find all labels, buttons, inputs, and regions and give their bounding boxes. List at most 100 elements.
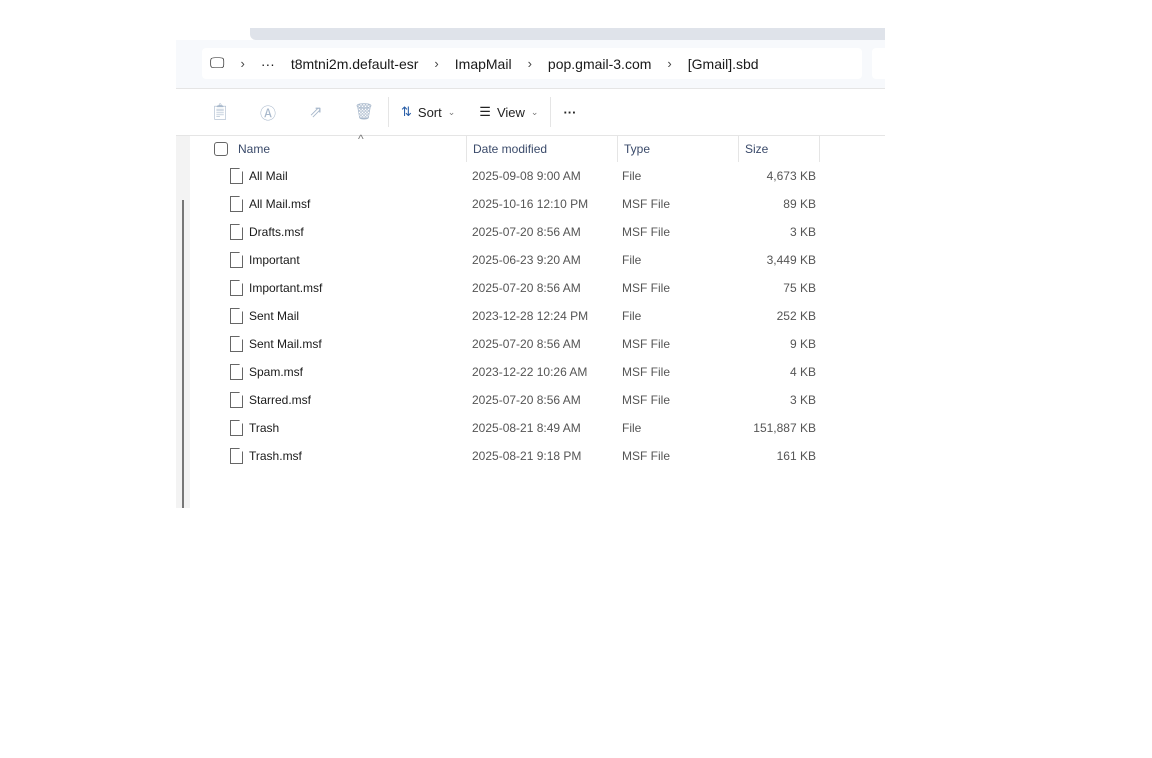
select-all-checkbox[interactable] [214, 142, 228, 156]
paste-icon[interactable]: 📋︎ [196, 102, 244, 122]
file-row[interactable]: All Mail 2025-09-08 9:00 AM File 4,673 KB [214, 162, 820, 190]
file-size: 75 KB [783, 281, 816, 295]
file-type: MSF File [622, 365, 670, 379]
file-list: Name ^ Date modified Type Size All Mail 20… [214, 132, 820, 470]
file-name: Trash [249, 421, 280, 435]
file-icon [230, 280, 243, 296]
command-bar: 📋︎ Ⓐ ⇗ 🗑︎ ⇅ Sort ⌄ ☰ View ⌄ ··· [176, 89, 885, 136]
tab-strip [250, 28, 885, 40]
file-row[interactable]: Important.msf 2025-07-20 8:56 AM MSF File 7… [214, 274, 820, 302]
file-explorer-window: 🖵 › ··· t8mtni2m.default-esr › ImapMail … [176, 28, 892, 508]
file-name: Trash.msf [249, 449, 302, 463]
file-icon [230, 364, 243, 380]
rename-icon[interactable]: Ⓐ [244, 100, 292, 124]
sort-label: Sort [417, 104, 442, 120]
file-name: Drafts.msf [249, 225, 304, 239]
file-icon [230, 308, 243, 324]
file-size: 161 KB [776, 449, 816, 463]
chevron-right-icon[interactable]: › [232, 56, 252, 71]
sort-button[interactable]: ⇅ Sort ⌄ [389, 104, 467, 120]
file-date: 2025-10-16 12:10 PM [472, 197, 589, 211]
chevron-right-icon[interactable]: › [659, 56, 679, 71]
column-header-type[interactable]: Type [617, 136, 738, 162]
file-date: 2025-08-21 9:18 PM [472, 449, 582, 463]
file-date: 2025-07-20 8:56 AM [472, 337, 581, 351]
file-icon [230, 392, 243, 408]
file-date: 2025-09-08 9:00 AM [472, 169, 581, 183]
file-type: MSF File [622, 225, 670, 239]
file-type: File [622, 309, 642, 323]
file-type: MSF File [622, 393, 670, 407]
file-row[interactable]: All Mail.msf 2025-10-16 12:10 PM MSF File 8… [214, 190, 820, 218]
file-row[interactable]: Trash 2025-08-21 8:49 AM File 151,887 KB [214, 414, 820, 442]
column-header-name[interactable]: Name [238, 142, 270, 156]
navigation-pane [176, 136, 190, 508]
address-bar[interactable]: 🖵 › ··· t8mtni2m.default-esr › ImapMail … [202, 48, 862, 79]
file-icon [230, 420, 243, 436]
file-icon [230, 224, 243, 240]
file-date: 2025-07-20 8:56 AM [472, 393, 581, 407]
file-size: 252 KB [776, 309, 816, 323]
file-type: File [622, 421, 642, 435]
file-date: 2025-07-20 8:56 AM [472, 225, 581, 239]
file-name: Spam.msf [249, 365, 304, 379]
column-headers: Name ^ Date modified Type Size [214, 132, 820, 162]
file-name: Starred.msf [249, 393, 312, 407]
file-name: Sent Mail.msf [249, 337, 322, 351]
file-date: 2023-12-22 10:26 AM [472, 365, 588, 379]
file-type: MSF File [622, 449, 670, 463]
this-pc-icon[interactable]: 🖵 [202, 55, 232, 72]
file-icon [230, 196, 243, 212]
file-row[interactable]: Sent Mail.msf 2025-07-20 8:56 AM MSF File 9… [214, 330, 820, 358]
chevron-down-icon: ⌄ [530, 106, 539, 117]
file-icon [230, 252, 243, 268]
file-row[interactable]: Spam.msf 2023-12-22 10:26 AM MSF File 4 KB [214, 358, 820, 386]
column-header-size[interactable]: Size [738, 136, 820, 162]
breadcrumb-item[interactable]: t8mtni2m.default-esr [283, 56, 427, 72]
chevron-down-icon: ⌄ [447, 106, 456, 117]
file-type: MSF File [622, 337, 670, 351]
view-button[interactable]: ☰ View ⌄ [467, 104, 550, 120]
view-label: View [496, 104, 525, 120]
file-date: 2025-07-20 8:56 AM [472, 281, 581, 295]
more-options-button[interactable]: ··· [551, 105, 588, 120]
file-row[interactable]: Drafts.msf 2025-07-20 8:56 AM MSF File 3 KB [214, 218, 820, 246]
file-row[interactable]: Sent Mail 2023-12-28 12:24 PM File 252 KB [214, 302, 820, 330]
file-name: Important [249, 253, 300, 267]
file-icon [230, 448, 243, 464]
scrollbar[interactable] [182, 200, 184, 508]
sort-icon: ⇅ [401, 104, 412, 119]
breadcrumb-item[interactable]: [Gmail].sbd [680, 56, 767, 72]
file-type: MSF File [622, 281, 670, 295]
file-icon [230, 336, 243, 352]
file-type: File [622, 169, 642, 183]
file-size: 9 KB [789, 337, 816, 351]
file-size: 4,673 KB [766, 169, 816, 183]
file-date: 2025-08-21 8:49 AM [472, 421, 581, 435]
search-box[interactable] [872, 48, 892, 79]
file-size: 3 KB [789, 393, 816, 407]
file-type: File [622, 253, 642, 267]
view-icon: ☰ [479, 104, 491, 119]
file-name: All Mail.msf [249, 197, 311, 211]
file-date: 2023-12-28 12:24 PM [472, 309, 589, 323]
file-row[interactable]: Important 2025-06-23 9:20 AM File 3,449 KB [214, 246, 820, 274]
chevron-right-icon[interactable]: › [426, 56, 446, 71]
breadcrumb-item[interactable]: ImapMail [447, 56, 520, 72]
chevron-right-icon[interactable]: › [520, 56, 540, 71]
navigation-bar: 🖵 › ··· t8mtni2m.default-esr › ImapMail … [176, 40, 892, 89]
file-icon [230, 168, 243, 184]
file-size: 89 KB [783, 197, 816, 211]
file-name: Sent Mail [249, 309, 300, 323]
file-size: 3 KB [789, 225, 816, 239]
column-header-date[interactable]: Date modified [466, 136, 617, 162]
file-row[interactable]: Starred.msf 2025-07-20 8:56 AM MSF File 3 K… [214, 386, 820, 414]
file-type: MSF File [622, 197, 670, 211]
breadcrumb-overflow[interactable]: ··· [253, 56, 283, 72]
file-row[interactable]: Trash.msf 2025-08-21 9:18 PM MSF File 161 K… [214, 442, 820, 470]
delete-icon[interactable]: 🗑︎ [340, 102, 388, 122]
share-icon[interactable]: ⇗ [292, 102, 340, 122]
sort-ascending-icon: ^ [358, 132, 364, 146]
breadcrumb-item[interactable]: pop.gmail-3.com [540, 56, 660, 72]
file-name: Important.msf [249, 281, 323, 295]
